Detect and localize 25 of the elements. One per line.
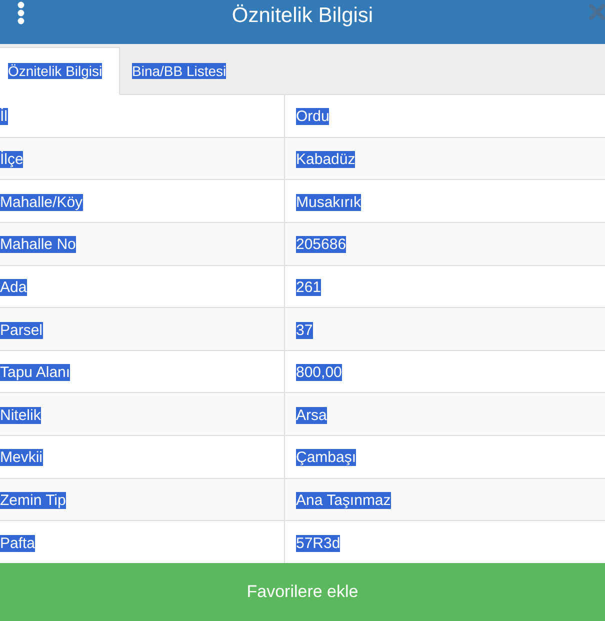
- table-cell: Mevkii: [0, 436, 285, 478]
- table-cell-text: 261: [295, 278, 322, 298]
- table-cell-text: 57R3d: [295, 534, 342, 554]
- table-cell: Tapu Alanı: [0, 350, 285, 392]
- table-cell: Mahalle/Köy: [0, 180, 285, 222]
- table-cell-text: Ordu: [295, 107, 330, 128]
- table-cell: İl: [0, 95, 285, 137]
- tab[interactable]: Bina/BB Listesi: [120, 47, 234, 95]
- table-cell-text: 205686: [295, 235, 348, 256]
- table-cell-text: Çambaşı: [295, 448, 358, 468]
- tab[interactable]: Öznitelik Bilgisi: [0, 47, 120, 95]
- table-cell: Parsel: [0, 308, 285, 350]
- window-title: Öznitelik Bilgisi: [232, 4, 374, 28]
- table-cell: Nitelik: [0, 393, 285, 436]
- table-cell: İlçe: [0, 138, 285, 180]
- menu-icon[interactable]: [17, 1, 25, 25]
- table-cell-text: Musakırık: [295, 192, 362, 213]
- table-cell: Mahalle No: [0, 222, 285, 265]
- table-cell-text: 800,00: [295, 363, 343, 384]
- table-cell-text: 37: [295, 320, 314, 341]
- table-cell-text: Kabadüz: [295, 150, 356, 170]
- table-cell-text: Ana Taşınmaz: [295, 491, 392, 512]
- table-cell: Zemin Tip: [0, 478, 285, 520]
- table-cell: Ada: [0, 266, 285, 308]
- table-cell-text: Arsa: [295, 406, 328, 426]
